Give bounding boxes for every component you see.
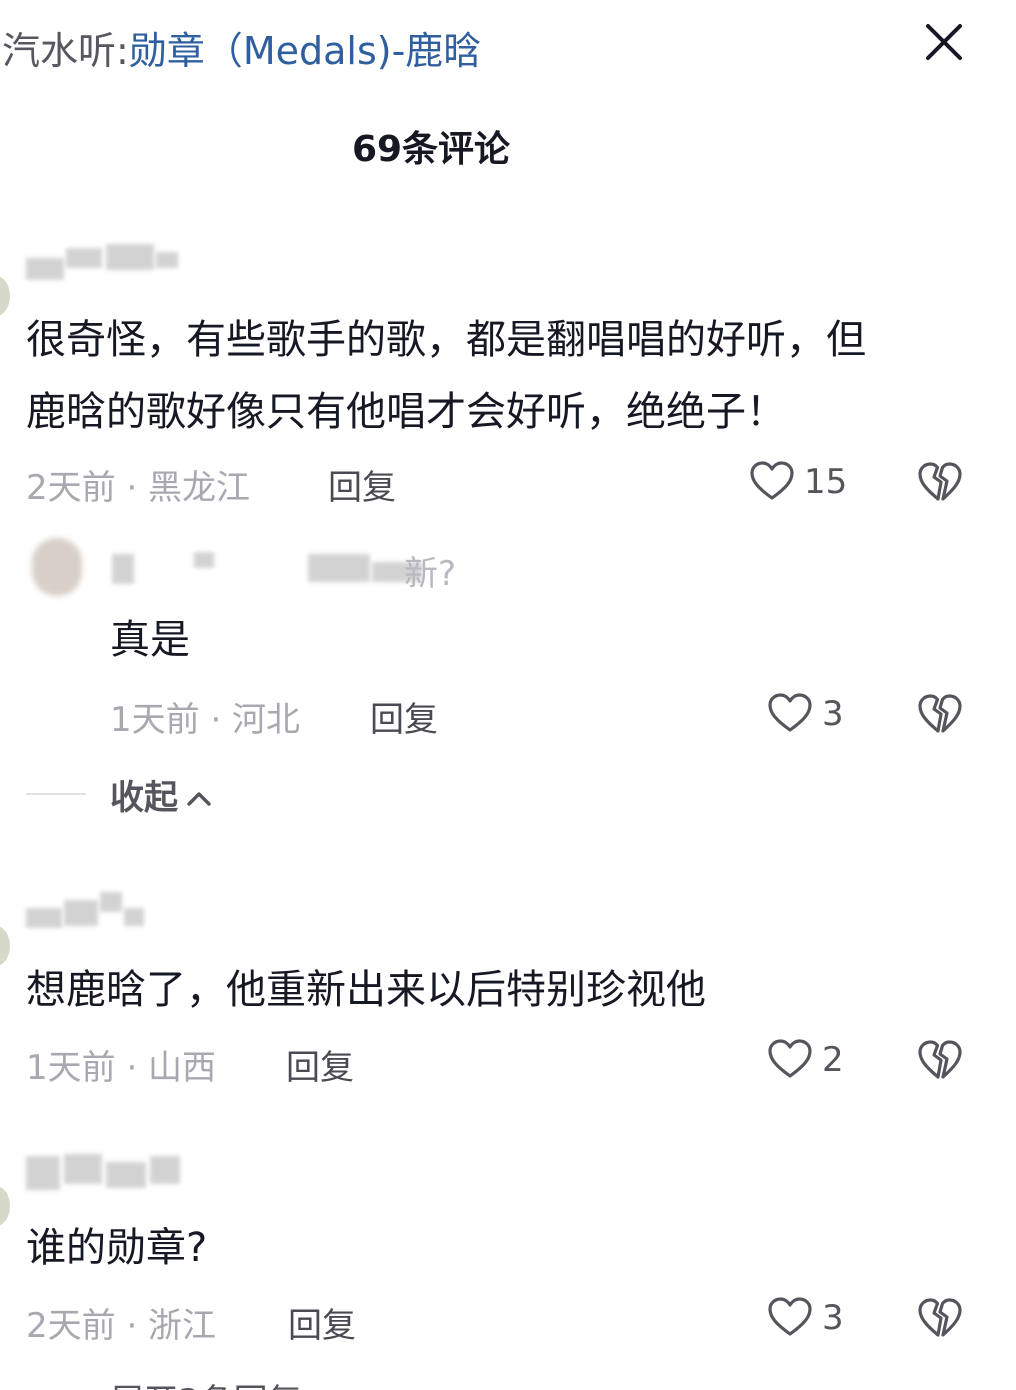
comment-text-line: 谁的勋章? xyxy=(26,1225,208,1271)
like-button[interactable]: 2 xyxy=(766,1036,844,1084)
broken-heart-icon xyxy=(918,694,962,733)
like-button[interactable]: 15 xyxy=(748,458,847,506)
collapse-replies-button[interactable]: 收起 xyxy=(110,770,212,819)
close-button[interactable] xyxy=(918,16,970,68)
broken-heart-icon xyxy=(918,1040,962,1079)
reply-username-tail: 新? xyxy=(404,554,457,594)
broken-heart-icon xyxy=(918,462,962,501)
reply-button[interactable]: 回复 xyxy=(328,460,396,509)
chevron-up-icon xyxy=(186,778,212,818)
comment-count-title: 69条评论 xyxy=(351,129,511,170)
comments-panel: 汽水听:勋章（Medals)-鹿晗 69条评论 很奇怪，有些歌手的歌，都是翻唱唱… xyxy=(0,0,1016,1390)
like-count: 3 xyxy=(822,694,844,734)
dislike-button[interactable] xyxy=(916,1036,964,1084)
dislike-button[interactable] xyxy=(916,1294,964,1342)
like-count: 3 xyxy=(822,1298,844,1338)
comment-meta: 1天前 · 山西 xyxy=(26,1048,217,1088)
dislike-button[interactable] xyxy=(916,690,964,738)
avatar[interactable] xyxy=(0,276,10,316)
collapse-divider xyxy=(26,793,86,795)
broken-heart-icon xyxy=(918,1298,962,1337)
heart-icon xyxy=(768,1297,812,1336)
like-count: 15 xyxy=(804,462,848,502)
collapse-label: 收起 xyxy=(110,778,178,818)
reply-username-blurred[interactable] xyxy=(112,548,442,586)
comment-text-line: 很奇怪，有些歌手的歌，都是翻唱唱的好听，但 xyxy=(26,317,866,363)
heart-icon xyxy=(768,1039,812,1078)
song-title[interactable]: 勋章（Medals)-鹿晗 xyxy=(129,29,481,73)
username-blurred[interactable] xyxy=(26,240,178,280)
reply-button[interactable]: 回复 xyxy=(286,1040,354,1089)
comment-meta: 2天前 · 黑龙江 xyxy=(26,468,251,508)
dislike-button[interactable] xyxy=(916,458,964,506)
expand-replies-button[interactable]: 展开3条回复 xyxy=(110,1374,302,1390)
song-prefix: 汽水听: xyxy=(2,29,129,73)
reply-avatar[interactable] xyxy=(32,538,82,596)
avatar[interactable] xyxy=(0,926,10,966)
reply-button[interactable]: 回复 xyxy=(288,1298,356,1347)
heart-icon xyxy=(750,461,794,500)
comment-text-line: 鹿晗的歌好像只有他唱才会好听，绝绝子！ xyxy=(26,389,786,435)
reply-button[interactable]: 回复 xyxy=(370,692,438,741)
header: 汽水听:勋章（Medals)-鹿晗 xyxy=(0,14,1016,76)
username-blurred[interactable] xyxy=(26,1150,182,1190)
comment-text-line: 想鹿晗了，他重新出来以后特别珍视他 xyxy=(26,967,706,1013)
reply-meta: 1天前 · 河北 xyxy=(110,700,301,740)
song-link[interactable]: 汽水听:勋章（Medals)-鹿晗 xyxy=(2,20,481,75)
comment-meta: 2天前 · 浙江 xyxy=(26,1306,217,1346)
heart-icon xyxy=(768,693,812,732)
close-icon xyxy=(926,24,962,60)
like-count: 2 xyxy=(822,1040,844,1080)
username-blurred[interactable] xyxy=(26,890,146,928)
avatar[interactable] xyxy=(0,1186,10,1226)
reply-text: 真是 xyxy=(110,617,190,663)
like-button[interactable]: 3 xyxy=(766,1294,844,1342)
like-button[interactable]: 3 xyxy=(766,690,844,738)
